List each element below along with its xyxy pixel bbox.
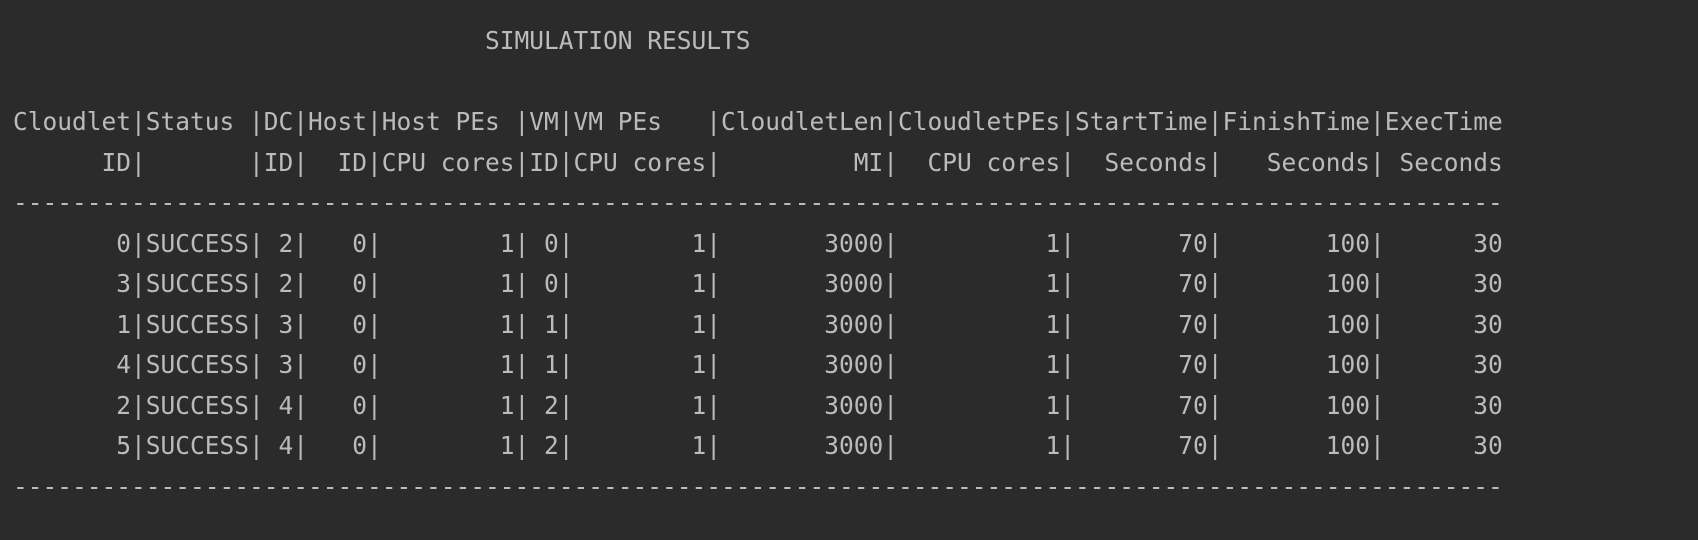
table-row: 2|SUCCESS| 4| 0| 1| 2| 1| 3000| 1| 70| 1… xyxy=(13,391,1503,420)
table-row: 5|SUCCESS| 4| 0| 1| 2| 1| 3000| 1| 70| 1… xyxy=(13,431,1503,460)
separator-line-top: ----------------------------------------… xyxy=(13,188,1503,217)
table-row: 3|SUCCESS| 2| 0| 1| 0| 1| 3000| 1| 70| 1… xyxy=(13,269,1503,298)
table-header-line-2: ID| |ID| ID|CPU cores|ID|CPU cores| MI| … xyxy=(13,148,1503,177)
table-row: 4|SUCCESS| 3| 0| 1| 1| 1| 3000| 1| 70| 1… xyxy=(13,350,1503,379)
console-output: SIMULATION RESULTS Cloudlet|Status |DC|H… xyxy=(0,0,1698,540)
simulation-results-title: SIMULATION RESULTS xyxy=(13,26,751,55)
table-header-line-1: Cloudlet|Status |DC|Host|Host PEs |VM|VM… xyxy=(13,107,1503,136)
table-row: 0|SUCCESS| 2| 0| 1| 0| 1| 3000| 1| 70| 1… xyxy=(13,229,1503,258)
separator-line-bottom: ----------------------------------------… xyxy=(13,472,1503,501)
table-row: 1|SUCCESS| 3| 0| 1| 1| 1| 3000| 1| 70| 1… xyxy=(13,310,1503,339)
